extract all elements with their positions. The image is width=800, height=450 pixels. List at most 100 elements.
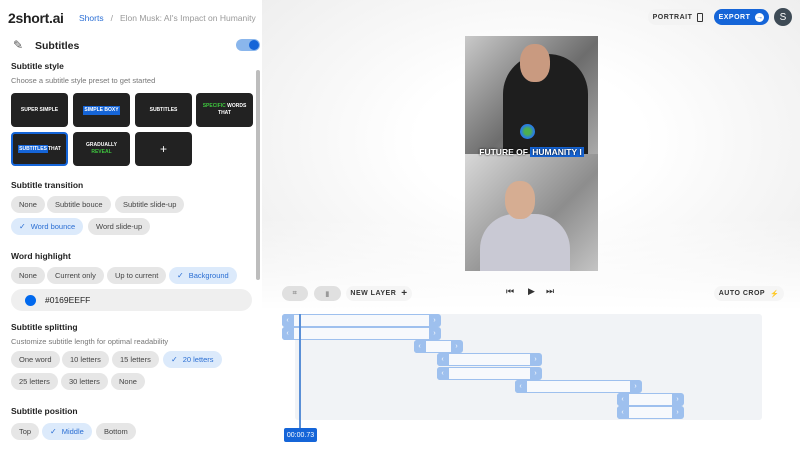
breadcrumb-shorts[interactable]: Shorts — [79, 13, 104, 23]
skip-forward-icon[interactable]: ⏭ — [546, 286, 554, 297]
new-layer-label: NEW LAYER — [350, 290, 397, 297]
chevron-left-icon[interactable]: ‹ — [514, 379, 527, 393]
chip-30-letters[interactable]: 30 letters — [61, 373, 108, 390]
chevron-left-icon[interactable]: ‹ — [616, 405, 629, 419]
chevron-right-icon[interactable]: › — [529, 366, 542, 380]
auto-crop-label: AUTO CROP — [718, 290, 766, 297]
crop-button[interactable]: ⌗ — [282, 286, 308, 301]
chevron-left-icon[interactable]: ‹ — [436, 366, 449, 380]
chip-10-letters[interactable]: 10 letters — [62, 351, 109, 368]
preset-label: SUPER SIMPLE — [20, 106, 59, 113]
phone-icon — [697, 12, 704, 22]
plus-icon: + — [159, 141, 167, 156]
chip-20-letters[interactable]: 20 letters — [163, 351, 222, 368]
chevron-left-icon[interactable]: ‹ — [436, 352, 449, 366]
video-preview[interactable]: FUTURE OF HUMANITY I — [465, 36, 598, 271]
chip-25-letters[interactable]: 25 letters — [11, 373, 58, 390]
chevron-right-icon[interactable]: › — [629, 379, 642, 393]
chip-15-letters[interactable]: 15 letters — [112, 351, 159, 368]
highlight-color-field[interactable]: #0169EEFF — [11, 289, 252, 311]
speaker-top-head — [520, 44, 550, 82]
chip-transition-none[interactable]: None — [11, 196, 45, 213]
chip-top[interactable]: Top — [11, 423, 40, 440]
chip-up-to-current[interactable]: Up to current — [107, 267, 167, 284]
new-layer-button[interactable]: NEW LAYER + — [346, 286, 412, 301]
scrollbar[interactable] — [256, 70, 260, 280]
preset-label-highlight: SUBTITLES — [18, 144, 48, 153]
chip-background[interactable]: Background — [169, 267, 237, 284]
pencil-icon: ✎ — [13, 38, 24, 52]
chip-bottom[interactable]: Bottom — [96, 423, 136, 440]
speaker-bottom-head — [505, 181, 535, 219]
arrow-right-circle-icon: → — [755, 12, 765, 22]
chip-one-word[interactable]: One word — [11, 351, 60, 368]
portrait-button[interactable]: PORTRAIT — [648, 9, 708, 25]
subtitle-clip[interactable]: ‹ › — [436, 352, 542, 366]
preset-label: SIMPLE BOXY — [83, 105, 120, 115]
chevron-right-icon[interactable]: › — [450, 339, 463, 353]
preset-super-simple[interactable]: SUPER SIMPLE — [11, 93, 68, 127]
chip-word-bounce[interactable]: Word bounce — [11, 218, 84, 235]
subtitle-clip[interactable]: ‹ › — [281, 313, 441, 327]
trash-icon: ▮ — [325, 290, 330, 298]
export-label: EXPORT — [718, 13, 751, 21]
chip-subtitle-slide-up[interactable]: Subtitle slide-up — [115, 196, 185, 213]
subtitle-caption: FUTURE OF HUMANITY I — [465, 147, 598, 157]
subtitle-clip[interactable]: ‹ › — [616, 405, 684, 419]
preset-specific-words[interactable]: SPECIFIC WORDS THAT — [196, 93, 253, 127]
preset-label: SUBTITLES — [149, 106, 178, 113]
chip-highlight-none[interactable]: None — [11, 267, 45, 284]
preset-simple-boxy[interactable]: SIMPLE BOXY — [73, 93, 130, 127]
section-title: Subtitle splitting — [11, 322, 78, 332]
chip-word-slide-up[interactable]: Word slide-up — [88, 218, 151, 235]
subtitle-clip[interactable]: ‹ › — [514, 379, 642, 393]
subtitle-clip[interactable]: ‹ › — [616, 392, 684, 406]
caption-highlight: HUMANITY I — [530, 147, 584, 157]
subtitle-clip[interactable]: ‹ › — [281, 326, 441, 340]
caption-text: FUTURE OF — [479, 147, 531, 157]
chip-middle[interactable]: Middle — [42, 423, 92, 440]
skip-back-icon[interactable]: ⏮ — [506, 286, 514, 297]
current-time: 00:00.73 — [284, 428, 317, 442]
crop-icon: ⌗ — [292, 289, 298, 297]
add-preset-button[interactable]: + — [135, 132, 192, 166]
section-subtitle: Customize subtitle length for optimal re… — [11, 337, 169, 346]
preset-subtitles-that[interactable]: SUBTITLESTHAT — [11, 132, 68, 166]
portrait-label: PORTRAIT — [652, 13, 693, 21]
logo[interactable]: 2short.ai — [8, 10, 64, 26]
section-subtitle: Choose a subtitle style preset to get st… — [11, 76, 156, 85]
chevron-left-icon[interactable]: ‹ — [281, 313, 294, 327]
chevron-left-icon[interactable]: ‹ — [616, 392, 629, 406]
globe-emoji-icon — [520, 124, 535, 139]
chevron-right-icon[interactable]: › — [428, 326, 441, 340]
chevron-right-icon[interactable]: › — [529, 352, 542, 366]
chevron-left-icon[interactable]: ‹ — [281, 326, 294, 340]
play-icon[interactable]: ▶ — [528, 286, 535, 297]
subtitles-toggle[interactable] — [236, 39, 260, 51]
preset-label-rest: THAT — [47, 145, 61, 152]
preset-gradually-reveal[interactable]: GRADUALLY REVEAL — [73, 132, 130, 166]
auto-crop-button[interactable]: AUTO CROP ⚡ — [714, 286, 784, 301]
section-title: Word highlight — [11, 251, 71, 261]
color-swatch[interactable] — [25, 294, 36, 306]
chevron-left-icon[interactable]: ‹ — [413, 339, 426, 353]
chip-subtitle-bouce[interactable]: Subtitle bouce — [47, 196, 111, 213]
subtitle-clip[interactable]: ‹ › — [413, 339, 463, 353]
preset-subtitles[interactable]: SUBTITLES — [135, 93, 192, 127]
section-title: Subtitle transition — [11, 180, 84, 190]
breadcrumb-current: Elon Musk: AI's Impact on Humanity — [119, 13, 256, 23]
breadcrumb: Shorts / Elon Musk: AI's Impact on Humanit… — [79, 13, 256, 23]
chevron-right-icon[interactable]: › — [428, 313, 441, 327]
chevron-right-icon[interactable]: › — [671, 392, 684, 406]
speaker-bottom — [480, 214, 570, 271]
delete-button[interactable]: ▮ — [314, 286, 341, 301]
chip-split-none[interactable]: None — [111, 373, 145, 390]
preset-label: SUBTITLESTHAT — [18, 144, 61, 153]
playhead[interactable] — [299, 314, 301, 429]
export-button[interactable]: EXPORT → — [714, 9, 769, 25]
section-title: Subtitle position — [11, 406, 78, 416]
subtitle-clip[interactable]: ‹ › — [436, 366, 542, 380]
avatar[interactable]: S — [774, 8, 792, 26]
chevron-right-icon[interactable]: › — [671, 405, 684, 419]
chip-current-only[interactable]: Current only — [47, 267, 104, 284]
